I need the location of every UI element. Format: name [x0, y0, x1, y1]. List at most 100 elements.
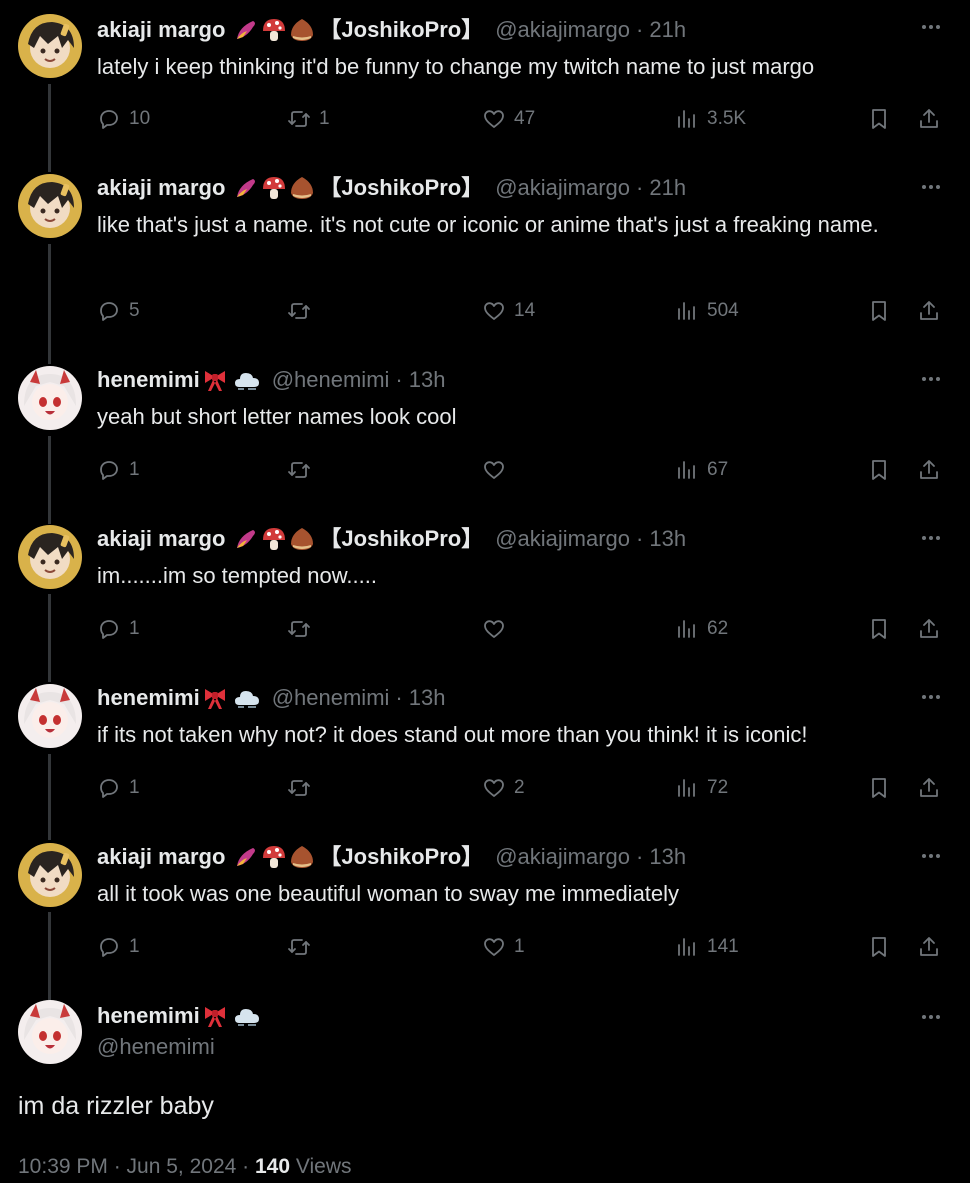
user-handle[interactable]: @akiajimargo [495, 525, 630, 553]
display-name[interactable]: henemimi [97, 366, 200, 394]
tweet-time[interactable]: 13h [409, 366, 446, 394]
bookmark-button[interactable] [867, 294, 891, 328]
like-button[interactable]: 2 [482, 771, 525, 805]
tweet-time[interactable]: 13h [649, 843, 686, 871]
tweet-time[interactable]: 21h [649, 16, 686, 44]
reply-button[interactable]: 1 [97, 930, 140, 964]
display-name[interactable]: akiaji margo [97, 525, 225, 553]
mushroom-emoji-icon [261, 175, 287, 201]
sweet-potato-emoji-icon [233, 526, 259, 552]
tweet-text: all it took was one beautiful woman to s… [97, 881, 680, 906]
thread-line [48, 594, 51, 682]
retweet-icon [287, 617, 311, 641]
avatar[interactable] [18, 525, 82, 589]
avatar[interactable] [18, 843, 82, 907]
bookmark-icon [867, 617, 891, 641]
more-icon[interactable] [918, 1004, 944, 1030]
action-bar: 5 14 504 [97, 294, 947, 328]
user-handle[interactable]: @akiajimargo [495, 16, 630, 44]
user-handle[interactable]: @henemimi [272, 684, 390, 712]
action-bar: 1 1 141 [97, 930, 947, 964]
retweet-count: 1 [319, 108, 330, 129]
display-name[interactable]: akiaji margo [97, 174, 225, 202]
views-button[interactable]: 62 [675, 612, 728, 646]
more-icon[interactable] [918, 174, 944, 200]
reply-button[interactable]: 10 [97, 102, 150, 136]
display-name[interactable]: henemimi [97, 684, 200, 712]
user-handle[interactable]: @akiajimargo [495, 843, 630, 871]
display-name[interactable]: henemimi [97, 1002, 200, 1030]
more-icon[interactable] [918, 525, 944, 551]
user-handle[interactable]: @henemimi [272, 366, 390, 394]
views-button[interactable]: 3.5K [675, 102, 746, 136]
bookmark-button[interactable] [867, 612, 891, 646]
cloud-emoji-icon [234, 685, 260, 711]
retweet-button[interactable] [287, 294, 319, 328]
share-button[interactable] [917, 453, 941, 487]
views-button[interactable]: 504 [675, 294, 739, 328]
like-button[interactable] [482, 453, 514, 487]
retweet-button[interactable] [287, 453, 319, 487]
cloud-emoji-icon [234, 367, 260, 393]
bookmark-icon [867, 458, 891, 482]
bookmark-button[interactable] [867, 102, 891, 136]
tweet-time[interactable]: 13h [649, 525, 686, 553]
separator-dot: · [395, 685, 403, 710]
display-name[interactable]: akiaji margo [97, 16, 225, 44]
share-button[interactable] [917, 102, 941, 136]
tweet-time[interactable]: 13h [409, 684, 446, 712]
avatar[interactable] [18, 684, 82, 748]
display-name[interactable]: akiaji margo [97, 843, 225, 871]
share-button[interactable] [917, 612, 941, 646]
like-button[interactable]: 1 [482, 930, 525, 964]
mushroom-emoji-icon [261, 17, 287, 43]
more-icon[interactable] [918, 684, 944, 710]
user-handle[interactable]: @akiajimargo [495, 174, 630, 202]
reply-count: 1 [129, 459, 140, 480]
tweet-time[interactable]: 21h [649, 174, 686, 202]
retweet-button[interactable] [287, 930, 319, 964]
chestnut-emoji-icon [289, 175, 315, 201]
views-button[interactable]: 141 [675, 930, 739, 964]
avatar[interactable] [18, 1000, 82, 1064]
tweet-header: akiaji margo 【JoshikoPro】 @akiajimargo ·… [97, 16, 686, 44]
user-handle[interactable]: @henemimi [97, 1034, 215, 1060]
views-label: Views [295, 1155, 352, 1178]
reply-button[interactable]: 1 [97, 771, 140, 805]
action-bar: 1 62 [97, 612, 947, 646]
separator-dot: · [636, 844, 644, 869]
share-button[interactable] [917, 771, 941, 805]
view-count: 3.5K [707, 108, 747, 129]
reply-button[interactable]: 1 [97, 612, 140, 646]
bookmark-button[interactable] [867, 771, 891, 805]
reply-button[interactable]: 5 [97, 294, 140, 328]
more-icon[interactable] [918, 14, 944, 40]
heart-icon [482, 617, 506, 641]
reply-icon [97, 107, 121, 131]
bookmark-button[interactable] [867, 453, 891, 487]
views-button[interactable]: 72 [675, 771, 728, 805]
more-icon[interactable] [918, 366, 944, 392]
more-icon[interactable] [918, 843, 944, 869]
mushroom-emoji-icon [261, 526, 287, 552]
views-icon [675, 617, 699, 641]
views-count: 140 [255, 1155, 291, 1178]
tweet-timestamp[interactable]: 10:39 PM · Jun 5, 2024 [18, 1155, 236, 1178]
retweet-button[interactable]: 1 [287, 102, 330, 136]
avatar[interactable] [18, 14, 82, 78]
reply-icon [97, 617, 121, 641]
like-button[interactable]: 14 [482, 294, 535, 328]
view-count: 72 [707, 777, 729, 798]
like-button[interactable] [482, 612, 514, 646]
views-button[interactable]: 67 [675, 453, 728, 487]
avatar[interactable] [18, 174, 82, 238]
share-button[interactable] [917, 294, 941, 328]
like-count: 1 [514, 936, 525, 957]
retweet-button[interactable] [287, 612, 319, 646]
avatar[interactable] [18, 366, 82, 430]
reply-button[interactable]: 1 [97, 453, 140, 487]
retweet-button[interactable] [287, 771, 319, 805]
bookmark-button[interactable] [867, 930, 891, 964]
like-button[interactable]: 47 [482, 102, 535, 136]
share-button[interactable] [917, 930, 941, 964]
